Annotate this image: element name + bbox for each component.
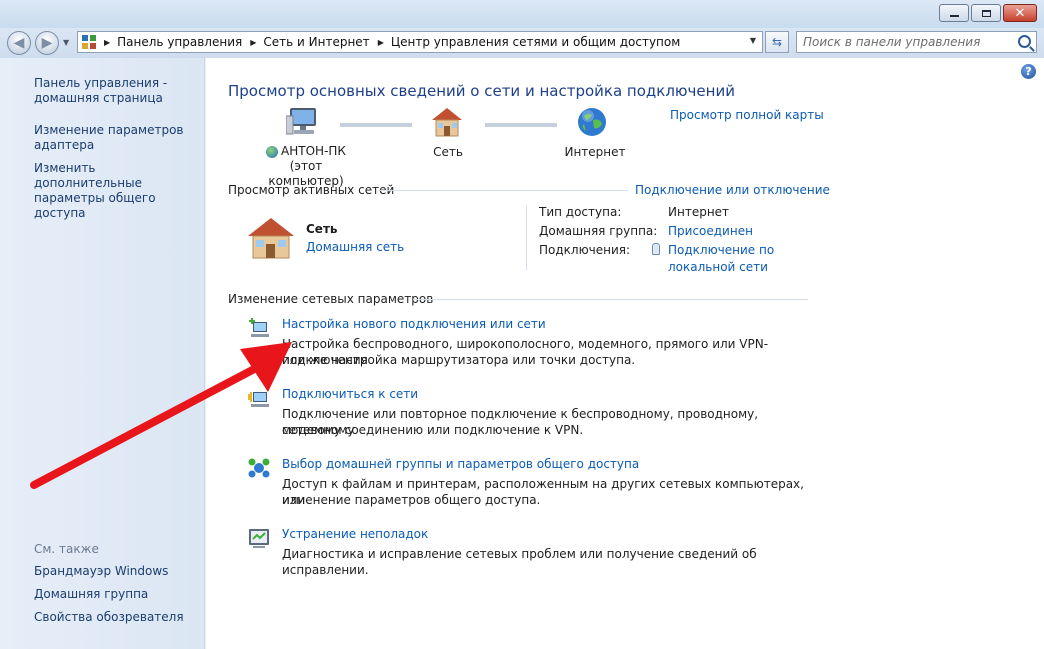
view-full-map-link[interactable]: Просмотр полной карты xyxy=(670,108,824,122)
navigation-bar: ◀ ▶ ▼ ▶ Панель управления ▶ Сеть и Интер… xyxy=(0,28,1044,58)
maximize-icon xyxy=(981,9,991,17)
sidebar-item-internet-options[interactable]: Свойства обозревателя xyxy=(34,610,199,625)
minimize-button[interactable] xyxy=(939,4,969,22)
ethernet-icon xyxy=(652,243,660,255)
homegroup-sharing-desc-2: изменение параметров общего доступа. xyxy=(282,493,541,507)
computer-name: АНТОН-ПК xyxy=(281,144,346,158)
access-type-label: Тип доступа: xyxy=(539,205,622,219)
chevron-right-icon[interactable]: ▶ xyxy=(378,38,384,47)
change-settings-title: Изменение сетевых параметров xyxy=(228,292,434,306)
breadcrumb-network-internet[interactable]: Сеть и Интернет xyxy=(263,35,369,49)
homegroup-sharing-link[interactable]: Выбор домашней группы и параметров общег… xyxy=(282,457,639,471)
homegroup-label: Домашняя группа: xyxy=(539,224,658,238)
sidebar: Панель управления - домашняя страница Из… xyxy=(0,58,205,649)
search-input[interactable] xyxy=(801,33,1015,51)
computer-icon xyxy=(286,108,316,135)
connect-disconnect-link[interactable]: Подключение или отключение xyxy=(635,183,830,197)
troubleshoot-desc-1: Диагностика и исправление сетевых пробле… xyxy=(282,547,757,577)
homegroup-value-link[interactable]: Присоединен xyxy=(668,222,753,240)
home-network-large-icon[interactable] xyxy=(246,216,296,260)
homegroup-icon xyxy=(248,458,270,478)
connection-link-line1[interactable]: Подключение по xyxy=(668,241,774,259)
access-type-value: Интернет xyxy=(668,205,730,219)
close-button[interactable]: ✕ xyxy=(1003,4,1037,22)
connect-to-network-desc-2: сетевому соединению или подключение к VP… xyxy=(282,423,584,437)
search-box[interactable] xyxy=(796,31,1037,53)
address-dropdown-icon[interactable]: ▼ xyxy=(750,36,756,45)
back-arrow-icon: ◀ xyxy=(13,35,25,51)
internet-globe-icon[interactable] xyxy=(576,106,608,138)
troubleshoot-icon xyxy=(249,529,269,548)
see-also-title: См. также xyxy=(34,542,99,556)
connections-label: Подключения: xyxy=(539,243,631,257)
troubleshoot-link[interactable]: Устранение неполадок xyxy=(282,527,428,541)
forward-button[interactable]: ▶ xyxy=(35,31,59,55)
sidebar-item-firewall[interactable]: Брандмауэр Windows xyxy=(34,564,199,579)
sidebar-item-sharing-settings[interactable]: Изменить дополнительные параметры общего… xyxy=(34,161,199,221)
help-icon[interactable]: ? xyxy=(1021,64,1036,79)
network-globe-small-icon xyxy=(266,145,279,158)
window-titlebar: ✕ xyxy=(0,0,1044,28)
sidebar-item-homegroup[interactable]: Домашняя группа xyxy=(34,587,199,602)
map-connector-line xyxy=(485,123,557,127)
refresh-icon: ⇆ xyxy=(771,35,783,49)
search-icon[interactable] xyxy=(1018,35,1031,48)
chevron-right-icon[interactable]: ▶ xyxy=(104,38,110,47)
forward-arrow-icon: ▶ xyxy=(41,35,53,51)
internet-node-label: Интернет xyxy=(564,145,626,159)
breadcrumb-network-center[interactable]: Центр управления сетями и общим доступом xyxy=(391,35,680,49)
section-divider xyxy=(413,299,808,300)
back-button[interactable]: ◀ xyxy=(7,31,31,55)
active-networks-title: Просмотр активных сетей xyxy=(228,183,395,197)
new-connection-icon xyxy=(249,318,269,337)
maximize-button[interactable] xyxy=(971,4,1001,22)
setup-new-connection-link[interactable]: Настройка нового подключения или сети xyxy=(282,317,546,331)
control-panel-icon xyxy=(82,35,96,49)
page-title: Просмотр основных сведений о сети и наст… xyxy=(228,82,735,100)
setup-new-connection-desc-2: или же настройка маршрутизатора или точк… xyxy=(282,353,636,367)
sidebar-item-control-panel-home[interactable]: Панель управления - домашняя страница xyxy=(34,76,199,106)
connect-to-network-link[interactable]: Подключиться к сети xyxy=(282,387,418,401)
connect-network-icon xyxy=(248,392,269,407)
connection-link-line2[interactable]: локальной сети xyxy=(668,258,768,276)
network-type-link[interactable]: Домашняя сеть xyxy=(306,240,404,254)
home-network-icon[interactable] xyxy=(430,106,464,138)
section-divider xyxy=(378,190,628,191)
address-bar[interactable]: ▶ Панель управления ▶ Сеть и Интернет ▶ … xyxy=(77,31,763,53)
sidebar-item-adapter-settings[interactable]: Изменение параметров адаптера xyxy=(34,123,199,153)
active-network-name: Сеть xyxy=(306,222,338,236)
recent-pages-dropdown[interactable]: ▼ xyxy=(63,38,69,47)
network-node-label: Сеть xyxy=(433,145,463,159)
close-icon: ✕ xyxy=(1014,5,1026,21)
map-connector-line xyxy=(340,123,412,127)
breadcrumb-control-panel[interactable]: Панель управления xyxy=(117,35,242,49)
minimize-icon xyxy=(949,15,959,17)
chevron-right-icon[interactable]: ▶ xyxy=(250,38,256,47)
refresh-button[interactable]: ⇆ xyxy=(765,31,789,53)
vertical-divider xyxy=(526,206,527,270)
main-content: ? Просмотр основных сведений о сети и на… xyxy=(206,58,1044,649)
